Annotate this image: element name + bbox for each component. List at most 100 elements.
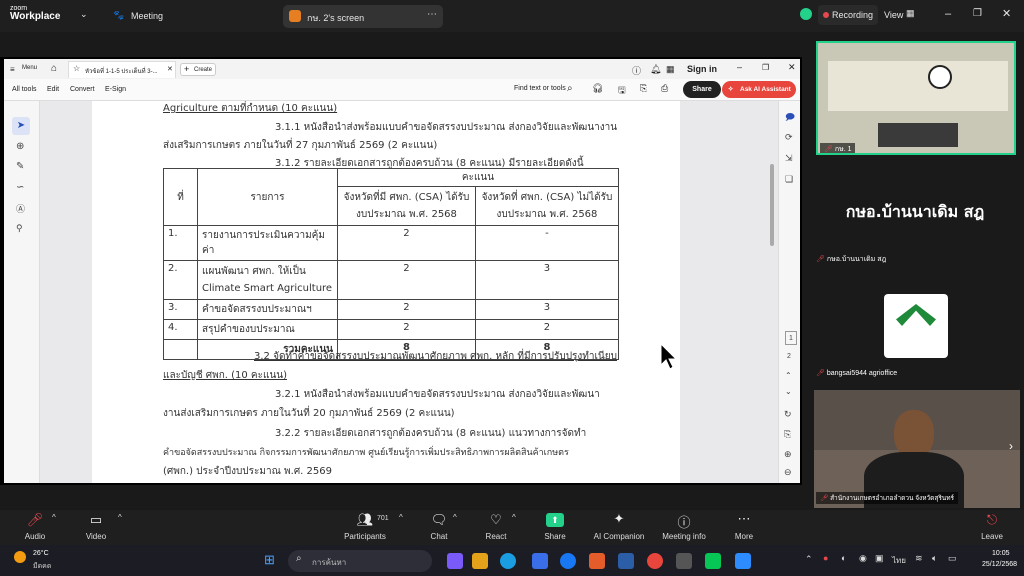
windows-start-icon[interactable]: ⊞ — [264, 552, 275, 568]
share-button[interactable]: Share — [683, 81, 721, 98]
participants-button[interactable]: Participants — [325, 532, 405, 541]
ai-assistant-label: Ask AI Assistant — [740, 86, 791, 93]
video-button[interactable]: Video — [56, 532, 136, 541]
sign-in-button[interactable]: Sign in — [687, 64, 717, 74]
export-icon[interactable]: ⇲ — [785, 153, 793, 164]
tray-app-icon[interactable]: ◉ — [859, 553, 867, 564]
window-minimize-icon[interactable]: – — [737, 62, 742, 72]
page-up-icon[interactable]: ⌃ — [785, 371, 792, 380]
ai-sparkle-icon: ✧ — [728, 86, 734, 93]
tray-app-icon[interactable]: ◐ — [841, 553, 846, 563]
share-screen-icon[interactable]: ⬆ — [546, 513, 564, 527]
chevron-up-icon[interactable]: ^ — [512, 513, 516, 522]
fit-page-icon[interactable]: ⎘ — [784, 429, 791, 440]
mic-muted-icon: 🎤︎ — [824, 146, 833, 153]
convert-menu[interactable]: Convert — [70, 86, 95, 93]
create-button[interactable]: + Create — [180, 63, 216, 76]
apps-icon[interactable]: ▦ — [666, 64, 675, 75]
window-restore-icon[interactable]: ❐ — [762, 63, 769, 72]
view-grid-icon[interactable]: ▦ — [906, 8, 915, 19]
next-page-icon[interactable]: › — [1009, 439, 1013, 453]
sync-icon[interactable]: ⟳ — [785, 132, 793, 143]
ai-assistant-button[interactable]: ✧ Ask AI Assistant — [722, 81, 796, 98]
scrollbar-thumb[interactable] — [770, 164, 774, 246]
plus-icon: + — [184, 64, 190, 74]
maximize-icon[interactable]: ❐ — [973, 8, 982, 19]
hamburger-icon[interactable]: ≡ — [10, 65, 15, 74]
video-tile-active[interactable]: 🎤︎ กษ. 1 — [816, 41, 1016, 155]
chevron-up-icon[interactable]: ^ — [118, 513, 122, 522]
minimize-icon[interactable]: – — [945, 8, 951, 20]
bell-icon[interactable]: 🔔︎ — [650, 64, 661, 75]
headphones-icon[interactable]: 🎧︎ — [592, 83, 603, 94]
language-indicator[interactable]: ไทย — [892, 554, 906, 567]
task-view-icon[interactable] — [447, 553, 463, 569]
speaker-icon[interactable]: 🔈︎ — [932, 553, 937, 564]
zoom-taskbar-icon[interactable] — [735, 553, 751, 569]
more-icon[interactable]: ⋯ — [704, 511, 784, 527]
page-down-icon[interactable]: ⌄ — [785, 387, 792, 396]
search-icon[interactable]: ⌕ — [567, 83, 573, 94]
tab-close-icon[interactable]: ✕ — [167, 65, 173, 73]
page-current[interactable]: 1 — [785, 331, 797, 345]
participants-icon[interactable]: 👥︎ — [325, 512, 405, 528]
file-explorer-icon[interactable] — [472, 553, 488, 569]
select-tool-icon[interactable]: ➤ — [12, 117, 30, 135]
print-icon[interactable]: ⎙ — [661, 83, 668, 94]
line-icon[interactable] — [705, 553, 721, 569]
home-icon[interactable]: ⌂ — [51, 63, 57, 74]
app-icon[interactable] — [676, 553, 692, 569]
find-text-field[interactable]: Find text or tools — [514, 85, 566, 92]
zoom-in-icon[interactable]: ⊕ — [784, 449, 792, 460]
doc-line: 3.2.2 รายละเอียดเอกสารถูกต้องครบถ้วน (8 … — [275, 428, 587, 439]
view-button[interactable]: View — [884, 10, 903, 20]
help-icon[interactable]: ⓘ — [632, 64, 641, 77]
print-preview-icon[interactable]: ⎘ — [640, 83, 647, 94]
meeting-label[interactable]: Meeting — [131, 11, 163, 21]
temperature[interactable]: 26°C — [33, 550, 49, 557]
react-heart-icon[interactable]: ♡ — [456, 512, 536, 528]
lasso-tool-icon[interactable]: ∽ — [16, 182, 24, 193]
chrome-icon[interactable] — [647, 553, 663, 569]
share-tab[interactable]: กษ. 2's screen ⋯ — [283, 5, 443, 28]
zoom-out-icon[interactable]: ⊖ — [784, 467, 792, 478]
leave-button[interactable]: Leave — [952, 532, 1024, 541]
video-tile[interactable]: 🎤︎ สำนักงานเกษตรอำเภอลำดวน จังหวัดสุรินท… — [814, 390, 1020, 508]
tray-app-icon[interactable]: ▣ — [875, 553, 884, 564]
edit-menu[interactable]: Edit — [47, 86, 59, 93]
more-button[interactable]: More — [704, 532, 784, 541]
taskbar-search[interactable]: ⌕ การค้นหา — [288, 550, 432, 572]
recording-indicator[interactable]: Recording — [818, 5, 878, 25]
clock-time[interactable]: 10:05 — [992, 550, 1010, 557]
stamp-tool-icon[interactable]: ⚲ — [16, 223, 23, 234]
star-icon[interactable]: ☆ — [73, 64, 80, 73]
text-tool-icon[interactable]: Ⓐ — [16, 202, 25, 215]
outlook-icon[interactable] — [618, 553, 634, 569]
pages-icon[interactable]: ❏ — [785, 174, 793, 185]
close-icon[interactable]: ✕ — [1002, 7, 1011, 20]
chevron-down-icon[interactable]: ⌄ — [80, 9, 88, 20]
doc-line: Agriculture ตามที่กำหนด (10 คะแนน) — [163, 103, 338, 114]
zoom-tool-icon[interactable]: ⊕ — [16, 141, 24, 152]
more-options-icon[interactable]: ⋯ — [427, 9, 437, 20]
video-camera-icon[interactable]: ▭ — [56, 512, 136, 528]
window-close-icon[interactable]: ✕ — [788, 62, 796, 73]
chevron-up-icon[interactable]: ⌃ — [805, 554, 813, 565]
clock-date[interactable]: 25/12/2568 — [982, 561, 1017, 568]
store-icon[interactable] — [532, 553, 548, 569]
comment-icon[interactable]: 🗩 — [785, 110, 795, 126]
tray-app-icon[interactable]: ● — [823, 553, 828, 563]
document-tab[interactable]: ☆ หัวข้อที่ 1-1-5 ประเด็นที่ 3-... ✕ — [68, 61, 176, 78]
menu-button[interactable]: Menu — [22, 65, 37, 71]
pen-tool-icon[interactable]: ✎ — [16, 161, 24, 172]
leave-icon[interactable]: ⎋ — [952, 512, 1024, 528]
esign-menu[interactable]: E-Sign — [105, 86, 126, 93]
edge-icon[interactable] — [500, 553, 516, 569]
battery-icon[interactable]: ▭ — [948, 553, 957, 564]
office-icon[interactable] — [589, 553, 605, 569]
wifi-icon[interactable]: ≋ — [915, 553, 923, 564]
facebook-icon[interactable] — [560, 553, 576, 569]
all-tools-menu[interactable]: All tools — [12, 86, 37, 93]
rotate-icon[interactable]: ↻ — [784, 409, 792, 420]
save-icon[interactable]: 🖫 — [618, 83, 626, 99]
